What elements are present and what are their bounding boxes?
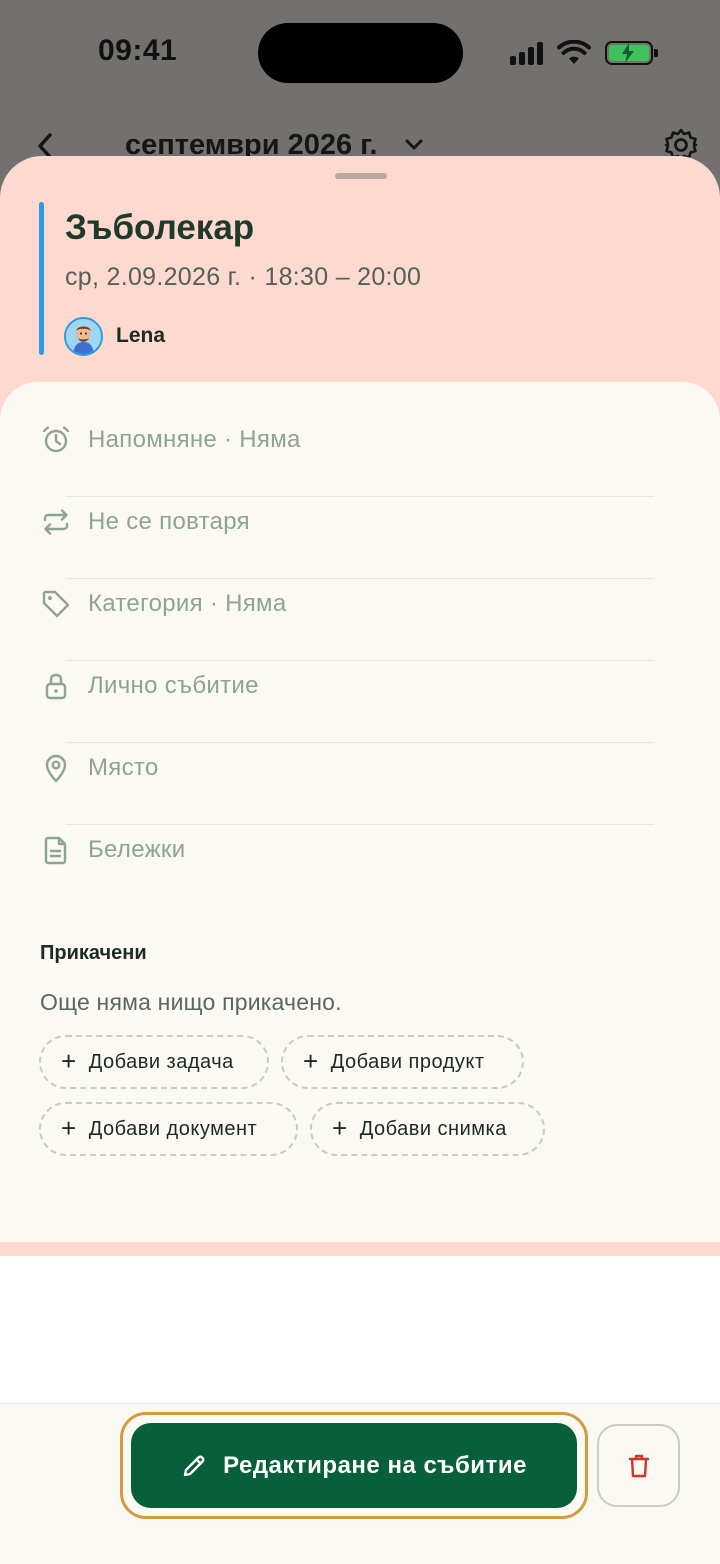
event-details-panel: Напомняне · Няма Не се повтаря Категория… <box>0 382 720 1242</box>
notes-icon <box>44 836 67 865</box>
status-bar: 09:41 <box>0 0 720 110</box>
dynamic-island <box>258 23 463 83</box>
detail-row-private[interactable]: Лично събитие <box>0 645 720 727</box>
event-datetime: ср, 2.09.2026 г. · 18:30 – 20:00 <box>65 263 422 291</box>
attachments-title: Прикачени <box>40 942 147 964</box>
edit-event-button[interactable]: Редактиране на събитие <box>131 1423 577 1508</box>
cellular-signal-icon <box>510 41 543 65</box>
repeat-icon <box>43 509 69 535</box>
plus-icon: + <box>332 1112 348 1143</box>
detail-label: Лично събитие <box>88 672 259 699</box>
event-color-bar <box>39 202 44 355</box>
alarm-clock-icon <box>42 426 70 453</box>
delete-event-button[interactable] <box>597 1424 680 1507</box>
pencil-icon <box>183 1455 205 1476</box>
plus-icon: + <box>303 1045 319 1076</box>
detail-label: Място <box>88 754 159 781</box>
detail-row-location[interactable]: Място <box>0 727 720 809</box>
chip-label: Добави задача <box>88 1050 234 1073</box>
detail-row-category[interactable]: Категория · Няма <box>0 563 720 645</box>
chip-label: Добави снимка <box>359 1117 507 1140</box>
add-task-button[interactable]: + Добави задача <box>39 1035 269 1089</box>
trash-icon <box>628 1454 649 1477</box>
edit-event-label: Редактиране на събитие <box>223 1451 527 1479</box>
plus-icon: + <box>61 1045 77 1076</box>
sheet-grabber[interactable] <box>335 173 387 179</box>
detail-row-repeat[interactable]: Не се повтаря <box>0 481 720 563</box>
add-photo-button[interactable]: + Добави снимка <box>310 1102 545 1156</box>
event-owner-name: Lena <box>116 324 166 347</box>
chevron-down-icon[interactable] <box>403 137 425 153</box>
add-product-button[interactable]: + Добави продукт <box>281 1035 524 1089</box>
detail-row-notes[interactable]: Бележки <box>0 809 720 891</box>
add-document-button[interactable]: + Добави документ <box>39 1102 298 1156</box>
location-pin-icon <box>45 754 67 783</box>
tag-icon <box>42 590 70 618</box>
avatar <box>64 317 103 356</box>
event-sheet: Зъболекар ср, 2.09.2026 г. · 18:30 – 20:… <box>0 156 720 1256</box>
detail-label: Бележки <box>88 836 186 863</box>
detail-label: Категория · Няма <box>88 590 287 617</box>
chip-label: Добави документ <box>88 1117 258 1140</box>
status-time: 09:41 <box>98 34 178 67</box>
attachments-empty-text: Още няма нищо прикачено. <box>40 989 342 1015</box>
detail-label: Не се повтаря <box>88 508 250 535</box>
detail-label: Напомняне · Няма <box>88 426 301 453</box>
status-icons <box>510 38 658 68</box>
lock-icon <box>45 673 67 700</box>
plus-icon: + <box>61 1112 77 1143</box>
event-title: Зъболекар <box>65 208 255 247</box>
detail-row-reminder[interactable]: Напомняне · Няма <box>0 399 720 481</box>
battery-icon <box>605 41 658 65</box>
chip-label: Добави продукт <box>330 1050 485 1073</box>
wifi-icon <box>557 40 591 64</box>
